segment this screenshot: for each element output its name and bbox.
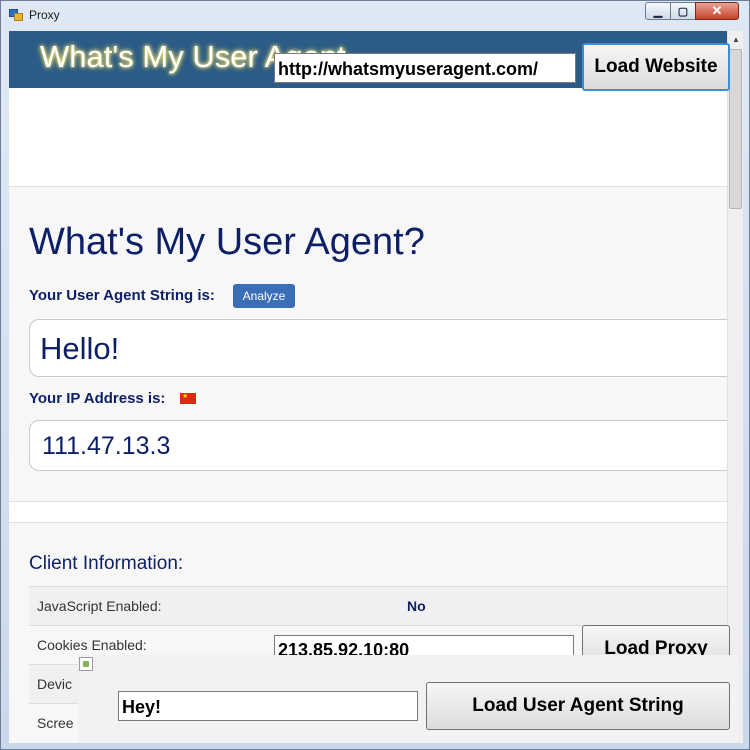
ip-address-display: 111.47.13.3 — [29, 420, 727, 471]
maximize-icon: ▢ — [677, 5, 689, 18]
close-button[interactable]: ✕ — [695, 2, 739, 20]
page-title: What's My User Agent? — [29, 221, 425, 263]
user-agent-panel: Hey! Load User Agent String — [78, 655, 738, 743]
title-bar[interactable]: Proxy ▁ ▢ ✕ — [1, 1, 749, 29]
app-icon — [9, 9, 23, 21]
broken-image-icon — [79, 657, 93, 671]
row-key: Devic — [37, 676, 73, 692]
ip-address-label: Your IP Address is: — [29, 390, 166, 407]
row-key: Cookies Enabled: — [37, 637, 147, 653]
load-website-button[interactable]: Load Website — [582, 43, 730, 91]
user-agent-display: Hello! — [29, 319, 727, 377]
ad-band — [9, 88, 727, 187]
china-flag-icon: ★ — [180, 393, 196, 404]
maximize-button[interactable]: ▢ — [670, 2, 696, 20]
client-info-title: Client Information: — [29, 553, 184, 574]
minimize-button[interactable]: ▁ — [645, 2, 671, 20]
minimize-icon: ▁ — [653, 5, 663, 18]
window-title: Proxy — [29, 8, 60, 22]
scroll-up-icon[interactable]: ▲ — [728, 31, 743, 47]
user-agent-label: Your User Agent String is: — [29, 287, 215, 304]
user-agent-input[interactable]: Hey! — [118, 691, 418, 721]
load-user-agent-button[interactable]: Load User Agent String — [426, 682, 730, 730]
close-icon: ✕ — [711, 3, 723, 18]
analyze-button[interactable]: Analyze — [233, 284, 295, 308]
client-area: What's My User Agent What's My User Agen… — [9, 31, 743, 743]
row-key: Scree — [37, 715, 74, 731]
section-divider — [9, 501, 727, 523]
row-value: No — [407, 598, 426, 614]
row-key: JavaScript Enabled: — [37, 598, 162, 614]
ip-address-value: 111.47.13.3 — [42, 432, 171, 460]
app-window: Proxy ▁ ▢ ✕ What's My User Agent What's … — [0, 0, 750, 750]
scrollbar-thumb[interactable] — [729, 49, 742, 209]
url-input[interactable]: http://whatsmyuseragent.com/ — [274, 53, 576, 83]
table-row: JavaScript Enabled: No — [29, 586, 727, 625]
user-agent-value: Hello! — [40, 331, 120, 366]
